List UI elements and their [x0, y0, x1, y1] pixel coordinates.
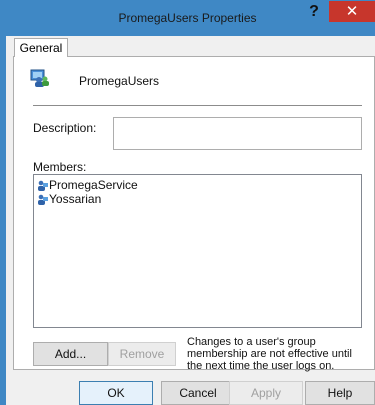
description-input[interactable]	[113, 117, 362, 150]
group-users-icon	[30, 69, 49, 87]
members-label: Members:	[33, 160, 87, 174]
user-icon	[38, 194, 48, 205]
add-button[interactable]: Add...	[33, 342, 108, 366]
cancel-button[interactable]: Cancel	[161, 381, 235, 405]
ok-button[interactable]: OK	[79, 381, 153, 405]
apply-button[interactable]: Apply	[229, 381, 303, 405]
remove-button[interactable]: Remove	[108, 342, 176, 366]
divider	[33, 105, 362, 106]
description-label: Description:	[33, 121, 97, 135]
group-name: PromegaUsers	[79, 74, 160, 88]
close-icon: ✕	[345, 3, 359, 20]
help-button[interactable]: Help	[305, 381, 375, 405]
member-name: Yossarian	[49, 192, 102, 206]
members-list[interactable]: PromegaService Yossarian	[33, 174, 362, 328]
member-name: PromegaService	[49, 178, 138, 192]
properties-dialog: PromegaUsers Properties ? ✕ General Prom…	[0, 0, 375, 405]
membership-note: Changes to a user's group membership are…	[187, 336, 352, 372]
close-button[interactable]: ✕	[329, 1, 375, 22]
title-bar[interactable]: PromegaUsers Properties ? ✕	[0, 0, 375, 36]
user-icon	[38, 180, 48, 191]
help-title-button[interactable]: ?	[302, 2, 326, 24]
tab-general[interactable]: General	[14, 38, 68, 57]
